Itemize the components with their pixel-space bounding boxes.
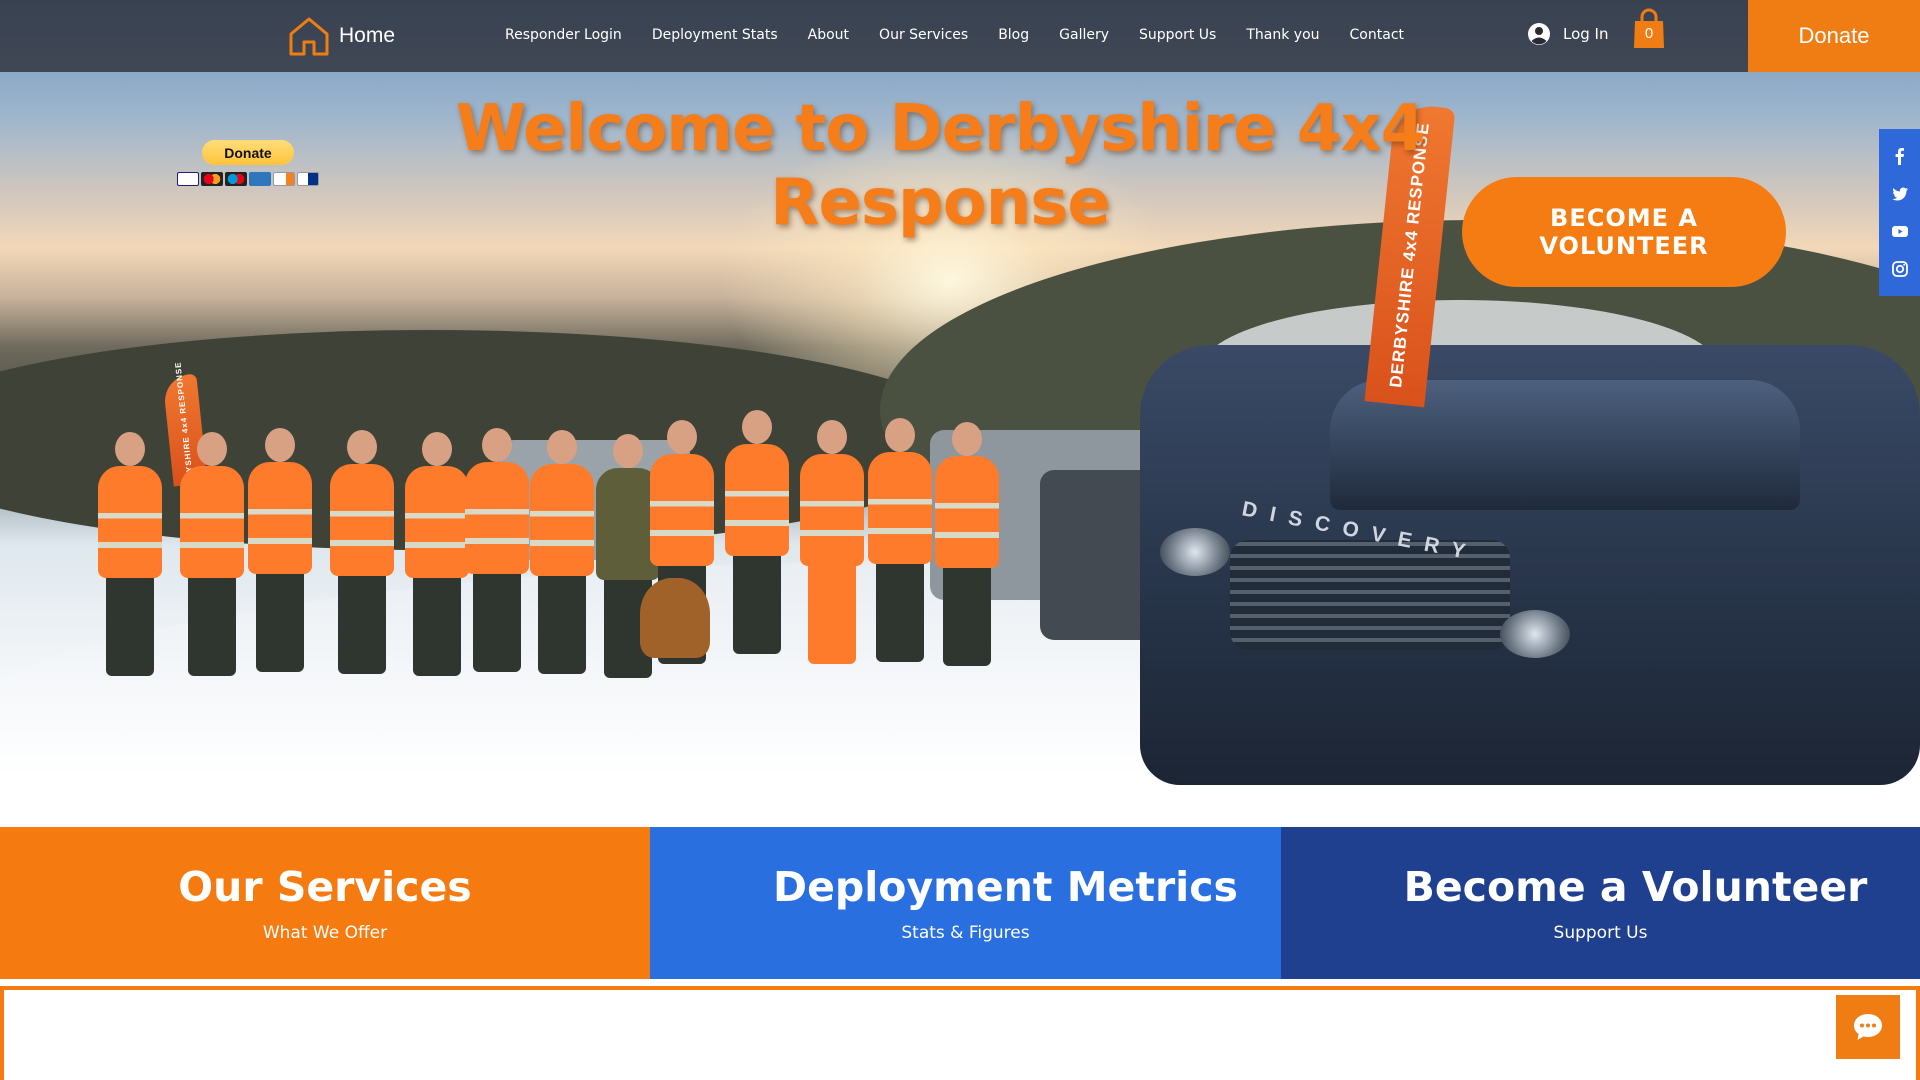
feature-subtitle: Stats & Figures	[901, 923, 1030, 943]
hero-title: Welcome to Derbyshire 4x4 Response	[440, 92, 1440, 240]
maestro-icon	[225, 172, 247, 186]
mastercard-icon	[201, 172, 223, 186]
social-bar	[1879, 129, 1920, 296]
feature-subtitle: Support Us	[1553, 923, 1648, 943]
paypal-donate-button[interactable]: Donate	[202, 140, 294, 165]
home-label: Home	[339, 24, 396, 47]
login-button[interactable]: Log In	[1527, 22, 1609, 46]
youtube-icon	[1891, 226, 1908, 238]
volunteer-person	[405, 432, 469, 676]
amex-icon	[249, 172, 271, 186]
volunteer-person	[248, 428, 312, 672]
menu-item-support-us[interactable]: Support Us	[1139, 27, 1216, 43]
volunteer-person	[180, 432, 244, 676]
chat-bubble-icon	[1854, 1014, 1882, 1040]
menu-item-deployment-stats[interactable]: Deployment Stats	[652, 27, 778, 43]
volunteer-person	[868, 418, 932, 662]
content-section	[0, 986, 1920, 1080]
hero-title-line2: Response	[770, 166, 1111, 240]
feature-our-services[interactable]: Our Services What We Offer	[0, 827, 650, 979]
home-link[interactable]: Home	[287, 14, 395, 58]
paypal-credit-icon	[297, 172, 319, 186]
payment-cards	[175, 172, 321, 186]
become-volunteer-button[interactable]: BECOME A VOLUNTEER	[1462, 177, 1786, 287]
headlight	[1160, 528, 1230, 576]
feature-strip: Our Services What We Offer Deployment Me…	[0, 827, 1920, 979]
volunteer-person	[465, 428, 529, 672]
menu-item-gallery[interactable]: Gallery	[1059, 27, 1109, 43]
feature-become-volunteer[interactable]: Become a Volunteer Support Us	[1281, 827, 1920, 979]
headlight	[1500, 610, 1570, 658]
twitter-icon	[1891, 187, 1908, 201]
main-menu: Responder Login Deployment Stats About O…	[505, 27, 1404, 43]
twitter-link[interactable]	[1890, 184, 1910, 204]
menu-item-responder-login[interactable]: Responder Login	[505, 27, 622, 43]
instagram-icon	[1891, 261, 1908, 278]
menu-item-our-services[interactable]: Our Services	[879, 27, 968, 43]
chat-button[interactable]	[1836, 995, 1900, 1059]
login-label: Log In	[1563, 25, 1609, 43]
youtube-link[interactable]	[1890, 221, 1910, 241]
cart-count: 0	[1644, 25, 1654, 42]
user-icon	[1528, 23, 1550, 45]
volunteer-person	[98, 432, 162, 676]
volunteer-person	[330, 430, 394, 674]
volunteer-person	[935, 422, 999, 666]
feature-title: Deployment Metrics	[773, 863, 1238, 911]
discover-icon	[273, 172, 295, 186]
volunteer-person	[800, 420, 864, 664]
visa-icon	[177, 172, 199, 186]
feature-deployment-metrics[interactable]: Deployment Metrics Stats & Figures	[650, 827, 1281, 979]
menu-item-thank-you[interactable]: Thank you	[1246, 27, 1319, 43]
dog	[640, 578, 710, 658]
facebook-link[interactable]	[1890, 146, 1910, 166]
donate-button[interactable]: Donate	[1748, 0, 1920, 72]
paypal-donate-widget: Donate	[175, 140, 321, 186]
menu-item-blog[interactable]: Blog	[998, 27, 1029, 43]
instagram-link[interactable]	[1890, 259, 1910, 279]
top-nav: Home Responder Login Deployment Stats Ab…	[0, 0, 1920, 72]
feature-title: Our Services	[178, 863, 472, 911]
facebook-icon	[1895, 147, 1904, 165]
hero-title-line1: Welcome to Derbyshire 4x4	[455, 92, 1426, 166]
house-icon	[289, 17, 329, 56]
menu-item-contact[interactable]: Contact	[1350, 27, 1404, 43]
volunteer-person	[530, 430, 594, 674]
feature-subtitle: What We Offer	[262, 923, 388, 943]
volunteer-person	[725, 410, 789, 654]
feature-title: Become a Volunteer	[1403, 863, 1868, 911]
menu-item-about[interactable]: About	[808, 27, 849, 43]
cart-button[interactable]: 0	[1632, 8, 1666, 50]
